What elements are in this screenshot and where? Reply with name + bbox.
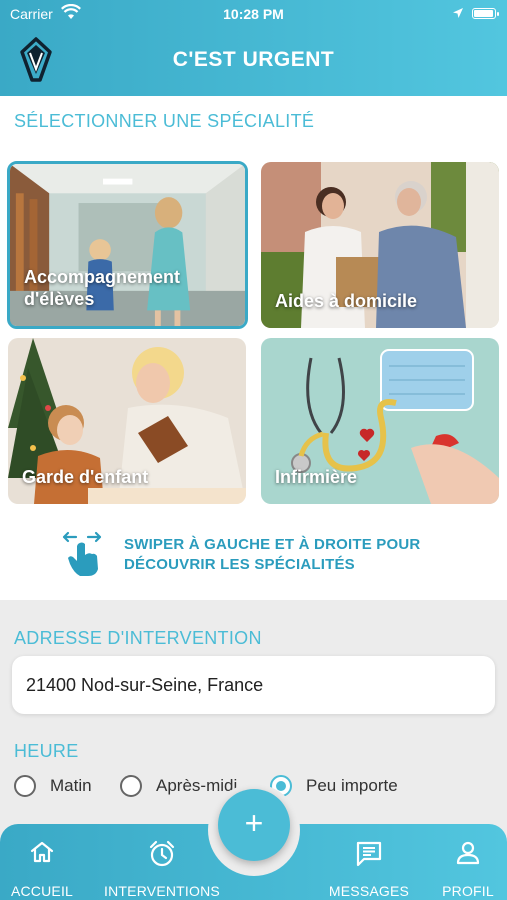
add-button[interactable]: +: [218, 789, 290, 861]
tab-messages[interactable]: MESSAGES: [326, 824, 412, 900]
plus-icon: +: [244, 805, 264, 841]
card-label: Garde d'enfant: [22, 467, 149, 487]
specialty-card-garde-enfant[interactable]: Garde d'enfant: [8, 338, 246, 504]
app-header: Carrier 10:28 PM C'EST URGENT: [0, 0, 507, 96]
tab-label: PROFIL: [442, 883, 494, 899]
message-icon: [356, 841, 382, 867]
tab-label: INTERVENTIONS: [104, 883, 220, 899]
tab-interventions[interactable]: INTERVENTIONS: [100, 824, 224, 900]
tab-label: ACCUEIL: [10, 883, 74, 899]
page-title: C'EST URGENT: [172, 48, 335, 71]
specialty-card-accompagnement[interactable]: Accompagnement d'élèves: [7, 161, 248, 329]
card-label: Aides à domicile: [275, 291, 418, 311]
swipe-hand-icon: [60, 531, 104, 577]
home-icon: [30, 841, 54, 863]
time-heading: HEURE: [14, 741, 79, 761]
card-label: Infirmière: [275, 467, 358, 487]
radio-button[interactable]: [14, 775, 36, 797]
user-icon: [456, 841, 480, 865]
tab-label: MESSAGES: [328, 883, 410, 899]
address-input[interactable]: 21400 Nod-sur-Seine, France: [12, 656, 495, 714]
specialty-card-infirmiere[interactable]: Infirmière: [261, 338, 499, 504]
alarm-clock-icon: [149, 840, 175, 867]
radio-label: Peu importe: [306, 776, 398, 795]
status-bar: Carrier 10:28 PM: [0, 0, 507, 28]
battery-icon: [472, 8, 499, 19]
swipe-hint-text: SWIPER À GAUCHE ET À DROITE POUR DÉCOUVR…: [124, 535, 420, 575]
card-label: Accompagnement d'élèves: [24, 267, 181, 309]
swipe-hint-line2: DÉCOUVRIR LES SPÉCIALITÉS: [124, 556, 355, 573]
specialty-heading: SÉLECTIONNER UNE SPÉCIALITÉ: [14, 111, 315, 131]
tab-accueil[interactable]: ACCUEIL: [2, 824, 82, 900]
swipe-hint-line1: SWIPER À GAUCHE ET À DROITE POUR: [124, 536, 421, 553]
radio-button[interactable]: [120, 775, 142, 797]
swipe-hint: SWIPER À GAUCHE ET À DROITE POUR DÉCOUVR…: [60, 531, 480, 579]
radio-label: Matin: [50, 776, 92, 795]
location-arrow-icon: [452, 6, 464, 22]
status-time: 10:28 PM: [223, 6, 284, 22]
address-heading: ADRESSE D'INTERVENTION: [14, 628, 262, 648]
specialty-card-aides-domicile[interactable]: Aides à domicile: [261, 162, 499, 328]
tab-profil[interactable]: PROFIL: [436, 824, 500, 900]
